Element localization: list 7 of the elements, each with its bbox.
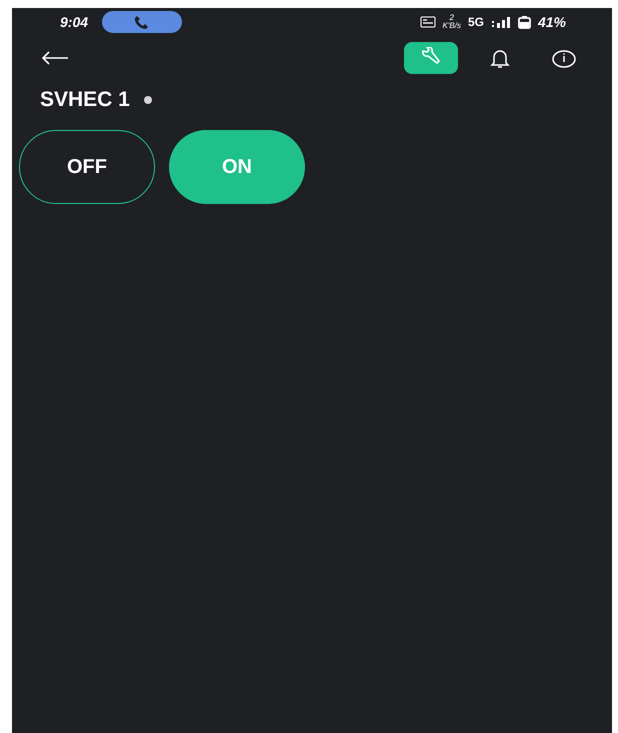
device-title: SVHEC 1	[40, 87, 130, 114]
network-speed-unit: K'B/s	[442, 22, 461, 30]
network-speed-value: 2	[450, 14, 454, 22]
network-type: 5G	[468, 14, 484, 31]
battery-level: 41%	[538, 12, 566, 32]
status-time: 9:04	[60, 12, 88, 32]
power-switch-button[interactable]: OFF	[19, 130, 155, 204]
